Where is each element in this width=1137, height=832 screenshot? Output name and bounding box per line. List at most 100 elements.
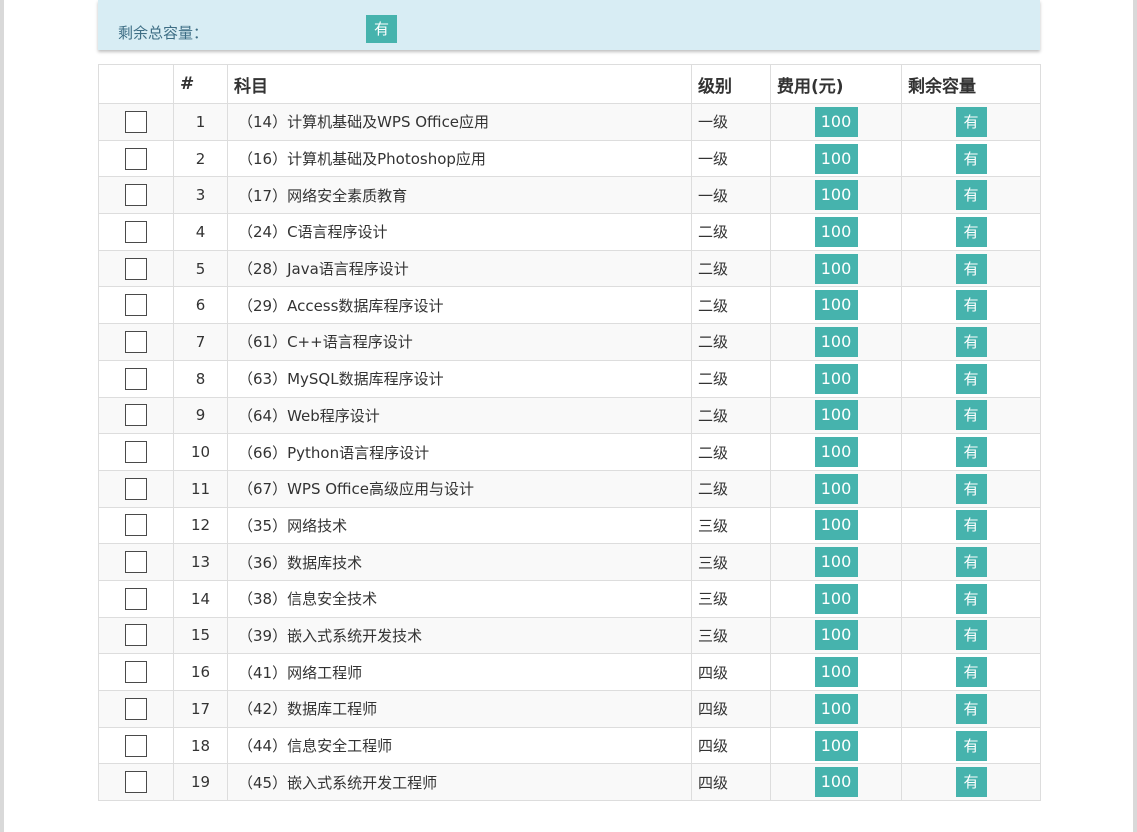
fee-cell: 100 — [770, 690, 902, 728]
capacity-cell: 有 — [901, 359, 1041, 398]
subject-name: （64）Web程序设计 — [227, 396, 692, 435]
row-checkbox[interactable] — [125, 697, 147, 720]
capacity-cell: 有 — [901, 579, 1041, 618]
table-header-row: # 科目 级别 费用(元) 剩余容量 — [98, 64, 1041, 104]
row-checkbox[interactable] — [125, 404, 147, 427]
fee-badge: 100 — [814, 290, 858, 321]
row-checkbox[interactable] — [125, 330, 147, 353]
capacity-cell: 有 — [901, 543, 1041, 581]
subject-name: （45）嵌入式系统开发工程师 — [227, 763, 692, 802]
subject-level: 二级 — [691, 213, 771, 251]
fee-badge: 100 — [814, 730, 858, 761]
total-capacity-label: 剩余总容量： — [118, 24, 209, 42]
capacity-cell: 有 — [901, 396, 1041, 435]
select-cell — [98, 176, 174, 215]
table-row: 3 （17）网络安全素质教育 一级 100 有 — [98, 176, 1041, 215]
fee-badge: 100 — [814, 437, 858, 468]
row-checkbox[interactable] — [125, 110, 147, 133]
table-row: 5 （28）Java语言程序设计 二级 100 有 — [98, 249, 1041, 288]
row-checkbox[interactable] — [125, 514, 147, 537]
capacity-cell: 有 — [901, 323, 1041, 361]
row-number: 12 — [173, 506, 228, 545]
row-checkbox[interactable] — [125, 367, 147, 390]
row-checkbox[interactable] — [125, 147, 147, 170]
capacity-cell: 有 — [901, 506, 1041, 545]
capacity-badge: 有 — [955, 547, 987, 578]
fee-badge: 100 — [814, 767, 858, 798]
subject-name: （28）Java语言程序设计 — [227, 249, 692, 288]
capacity-cell: 有 — [901, 286, 1041, 325]
row-checkbox[interactable] — [125, 441, 147, 464]
table-row: 4 （24）C语言程序设计 二级 100 有 — [98, 213, 1041, 251]
total-capacity-badge: 有 — [366, 15, 397, 43]
row-number: 8 — [173, 359, 228, 398]
subject-name: （66）Python语言程序设计 — [227, 433, 692, 471]
row-checkbox[interactable] — [125, 624, 147, 647]
fee-cell: 100 — [770, 433, 902, 471]
page-frame-left — [0, 0, 4, 832]
subject-name: （36）数据库技术 — [227, 543, 692, 581]
subject-level: 三级 — [691, 543, 771, 581]
row-checkbox[interactable] — [125, 587, 147, 610]
capacity-cell: 有 — [901, 249, 1041, 288]
fee-badge: 100 — [814, 253, 858, 284]
row-checkbox[interactable] — [125, 184, 147, 207]
capacity-badge: 有 — [955, 767, 987, 798]
row-checkbox[interactable] — [125, 551, 147, 574]
fee-cell: 100 — [770, 543, 902, 581]
table-row: 19 （45）嵌入式系统开发工程师 四级 100 有 — [98, 763, 1041, 802]
row-checkbox[interactable] — [125, 294, 147, 317]
row-number: 16 — [173, 653, 228, 691]
table-row: 2 （16）计算机基础及Photoshop应用 一级 100 有 — [98, 139, 1041, 178]
capacity-badge: 有 — [955, 437, 987, 468]
subject-name: （41）网络工程师 — [227, 653, 692, 691]
subject-name: （67）WPS Office高级应用与设计 — [227, 469, 692, 508]
select-cell — [98, 616, 174, 655]
table-row: 18 （44）信息安全工程师 四级 100 有 — [98, 726, 1041, 765]
subject-name: （35）网络技术 — [227, 506, 692, 545]
capacity-cell: 有 — [901, 213, 1041, 251]
row-checkbox[interactable] — [125, 477, 147, 500]
row-number: 14 — [173, 579, 228, 618]
select-cell — [98, 726, 174, 765]
fee-badge: 100 — [814, 620, 858, 651]
fee-cell: 100 — [770, 726, 902, 765]
row-number: 17 — [173, 690, 228, 728]
row-checkbox[interactable] — [125, 771, 147, 794]
select-cell — [98, 139, 174, 178]
row-checkbox[interactable] — [125, 257, 147, 280]
fee-cell: 100 — [770, 103, 902, 141]
fee-cell: 100 — [770, 763, 902, 802]
subject-level: 三级 — [691, 506, 771, 545]
table-row: 7 （61）C++语言程序设计 二级 100 有 — [98, 323, 1041, 361]
page-frame-right — [1133, 0, 1137, 832]
fee-cell: 100 — [770, 579, 902, 618]
row-checkbox[interactable] — [125, 734, 147, 757]
capacity-badge: 有 — [955, 620, 987, 651]
subject-level: 四级 — [691, 653, 771, 691]
table-row: 13 （36）数据库技术 三级 100 有 — [98, 543, 1041, 581]
fee-cell: 100 — [770, 359, 902, 398]
row-checkbox[interactable] — [125, 220, 147, 243]
capacity-badge: 有 — [955, 400, 987, 431]
row-number: 15 — [173, 616, 228, 655]
table-row: 8 （63）MySQL数据库程序设计 二级 100 有 — [98, 359, 1041, 398]
fee-badge: 100 — [814, 326, 858, 357]
subjects-table: # 科目 级别 费用(元) 剩余容量 1 （14）计算机基础及WPS Office… — [98, 64, 1041, 802]
capacity-badge: 有 — [955, 290, 987, 321]
capacity-cell: 有 — [901, 176, 1041, 215]
row-number: 11 — [173, 469, 228, 508]
header-select — [98, 64, 174, 104]
capacity-cell: 有 — [901, 763, 1041, 802]
subject-level: 三级 — [691, 579, 771, 618]
select-cell — [98, 249, 174, 288]
row-number: 5 — [173, 249, 228, 288]
fee-badge: 100 — [814, 143, 858, 174]
subject-name: （14）计算机基础及WPS Office应用 — [227, 103, 692, 141]
capacity-badge: 有 — [955, 326, 987, 357]
capacity-badge: 有 — [955, 253, 987, 284]
row-number: 2 — [173, 139, 228, 178]
row-checkbox[interactable] — [125, 661, 147, 684]
table-row: 9 （64）Web程序设计 二级 100 有 — [98, 396, 1041, 435]
subject-level: 二级 — [691, 323, 771, 361]
